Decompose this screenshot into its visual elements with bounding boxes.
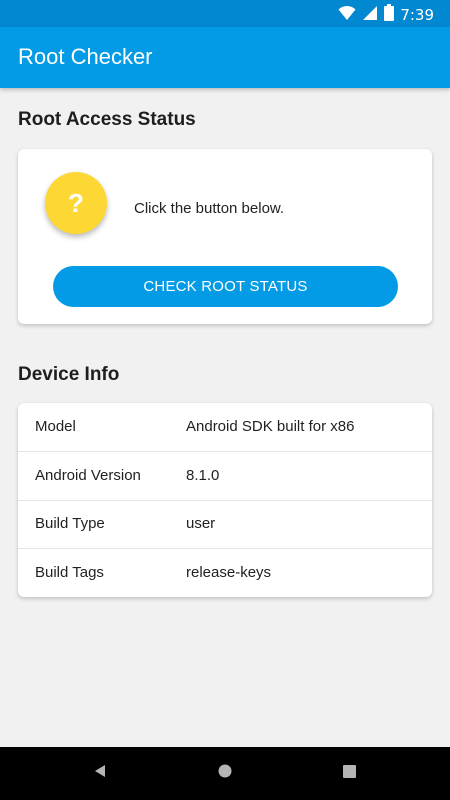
info-label: Model	[35, 418, 76, 435]
app-bar: Root Checker	[0, 27, 450, 88]
status-message: Click the button below.	[134, 200, 285, 217]
info-value: Android SDK built for x86	[186, 418, 355, 435]
info-label: Build Tags	[35, 564, 104, 581]
root-status-card: ? Click the button below. CHECK ROOT STA…	[18, 149, 432, 324]
home-icon	[218, 764, 232, 783]
info-row-android-version: Android Version 8.1.0	[18, 452, 432, 500]
home-button[interactable]	[195, 747, 255, 800]
recents-button[interactable]	[319, 747, 379, 800]
info-label: Android Version	[35, 467, 141, 484]
back-icon	[93, 764, 107, 783]
device-info-card: Model Android SDK built for x86 Android …	[18, 403, 432, 597]
status-time: 7:39	[400, 6, 434, 24]
info-row-model: Model Android SDK built for x86	[18, 403, 432, 451]
signal-icon	[362, 5, 378, 26]
status-icons: 7:39	[338, 4, 434, 26]
back-button[interactable]	[70, 747, 130, 800]
question-mark-icon: ?	[45, 172, 107, 234]
info-label: Build Type	[35, 515, 105, 532]
info-value: user	[186, 515, 216, 532]
wifi-icon	[338, 5, 356, 26]
info-value: release-keys	[186, 564, 272, 581]
info-row-build-type: Build Type user	[18, 500, 432, 548]
check-root-status-button[interactable]: CHECK ROOT STATUS	[53, 266, 398, 307]
status-icon-symbol: ?	[68, 187, 84, 218]
battery-icon	[384, 4, 395, 26]
info-row-build-tags: Build Tags release-keys	[18, 549, 432, 597]
app-title: Root Checker	[18, 44, 153, 69]
device-info-section-title: Device Info	[18, 364, 120, 385]
info-value: 8.1.0	[186, 467, 220, 484]
navigation-bar	[0, 747, 450, 800]
root-status-section-title: Root Access Status	[18, 109, 196, 130]
recents-icon	[342, 764, 356, 783]
status-bar: 7:39	[0, 0, 450, 27]
